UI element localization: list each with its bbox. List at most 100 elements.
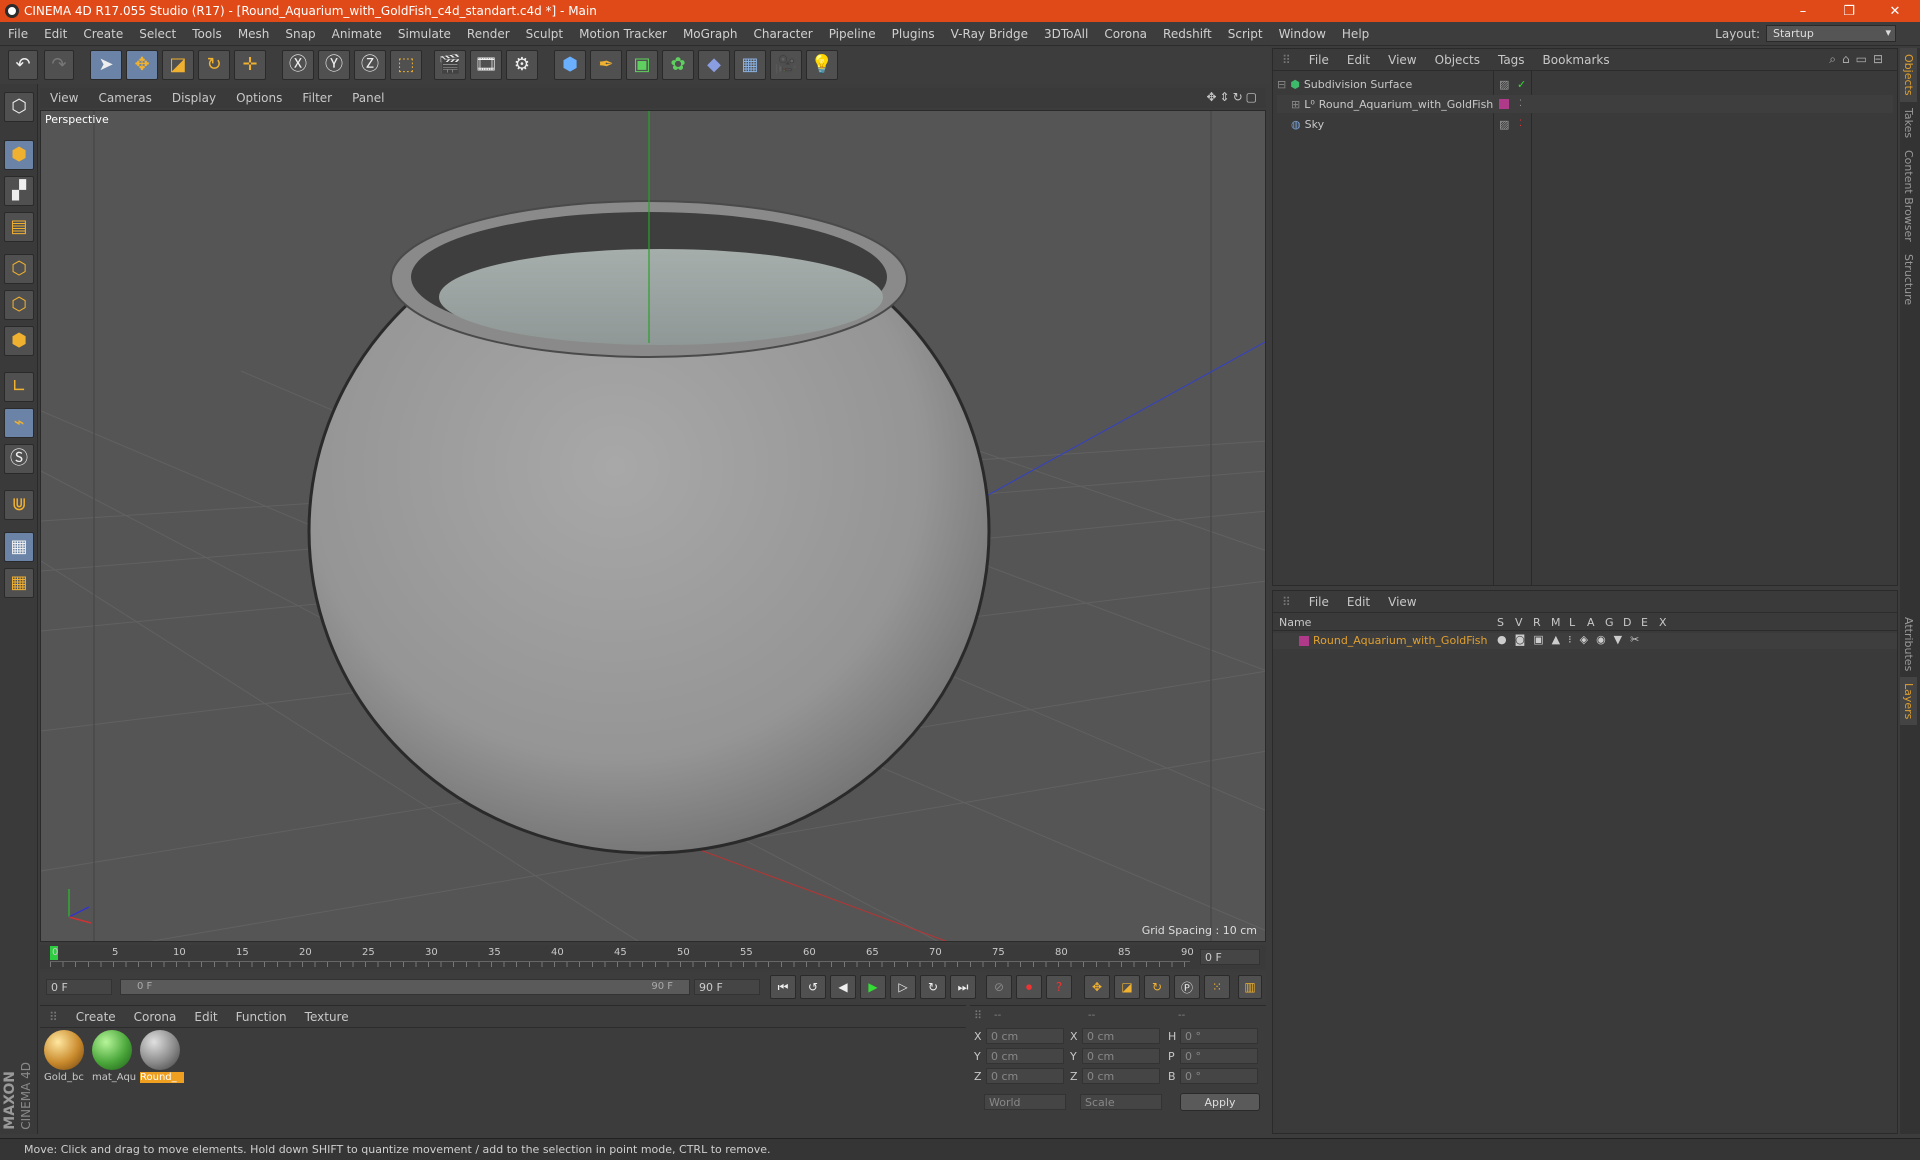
material-swatch[interactable]: mat_Aqu <box>92 1030 136 1090</box>
visibility-dots-icon[interactable]: ⁚ <box>1519 99 1522 109</box>
pen-button[interactable]: ✒ <box>590 50 622 80</box>
tab-takes[interactable]: Takes <box>1900 102 1917 144</box>
layer-color-swatch[interactable] <box>1299 636 1309 646</box>
obj-menu-objects[interactable]: Objects <box>1426 53 1489 67</box>
rotation-p-field[interactable]: 0 ° <box>1180 1048 1258 1064</box>
size-mode-dropdown[interactable]: Scale <box>1080 1094 1162 1110</box>
menu-simulate[interactable]: Simulate <box>390 27 459 41</box>
obj-menu-tags[interactable]: Tags <box>1489 53 1534 67</box>
workplane-align-button[interactable]: ▦ <box>4 568 34 598</box>
vp-menu-panel[interactable]: Panel <box>342 91 394 105</box>
cloner-button[interactable]: ✿ <box>662 50 694 80</box>
menu-character[interactable]: Character <box>745 27 820 41</box>
search-icon[interactable]: ⌕⌂▭⊟ <box>1829 52 1889 67</box>
menu-plugins[interactable]: Plugins <box>884 27 943 41</box>
tweak-mode-button[interactable]: ⌁ <box>4 408 34 438</box>
position-x-field[interactable]: 0 cm <box>986 1028 1064 1044</box>
enabled-check-icon[interactable]: ✓ <box>1517 78 1526 91</box>
make-editable-button[interactable]: ⬡ <box>4 92 34 122</box>
menu-pipeline[interactable]: Pipeline <box>821 27 884 41</box>
light-button[interactable]: 💡 <box>806 50 838 80</box>
maximize-button[interactable]: ❐ <box>1826 0 1872 22</box>
tab-layers[interactable]: Layers <box>1900 677 1917 726</box>
viewport-nav-icons[interactable]: ✥⇕↻▢ <box>1206 90 1260 104</box>
obj-menu-file[interactable]: File <box>1300 53 1338 67</box>
tab-structure[interactable]: Structure <box>1900 248 1917 311</box>
next-key-button[interactable]: ↻ <box>920 975 946 999</box>
render-picture-viewer-button[interactable]: 🎞 <box>470 50 502 80</box>
key-pla-button[interactable]: ⁙ <box>1204 975 1230 999</box>
workplane-mode-button[interactable]: ▤ <box>4 212 34 242</box>
menu-mograph[interactable]: MoGraph <box>675 27 746 41</box>
tab-objects[interactable]: Objects <box>1900 48 1917 102</box>
menu-render[interactable]: Render <box>459 27 518 41</box>
rotate-tool-button[interactable]: ↻ <box>198 50 230 80</box>
end-frame-field[interactable]: 90 F <box>694 979 760 995</box>
vp-menu-cameras[interactable]: Cameras <box>88 91 161 105</box>
select-tool-button[interactable]: ➤ <box>90 50 122 80</box>
menu-animate[interactable]: Animate <box>324 27 390 41</box>
subdivision-button[interactable]: ▣ <box>626 50 658 80</box>
material-swatch[interactable]: Gold_bc <box>44 1030 88 1090</box>
rotation-b-field[interactable]: 0 ° <box>1180 1068 1258 1084</box>
play-button[interactable]: ▶ <box>860 975 886 999</box>
object-row[interactable]: ⊞ L⁰ Round_Aquarium_with_GoldFish ⁚ <box>1277 95 1893 113</box>
snap-button[interactable]: ⋓ <box>4 490 34 520</box>
material-swatch-selected[interactable]: Round_ <box>140 1030 184 1090</box>
vp-menu-view[interactable]: View <box>40 91 88 105</box>
layer-row[interactable]: Round_Aquarium_with_GoldFish ●◙▣▲⁝◈◉▼✂ <box>1273 633 1897 649</box>
prev-frame-button[interactable]: ◀ <box>830 975 856 999</box>
menu-3dtoall[interactable]: 3DToAll <box>1036 27 1096 41</box>
y-axis-button[interactable]: Ⓨ <box>318 50 350 80</box>
goto-end-button[interactable]: ⏭ <box>950 975 976 999</box>
menu-window[interactable]: Window <box>1271 27 1334 41</box>
floor-button[interactable]: ▦ <box>734 50 766 80</box>
obj-menu-edit[interactable]: Edit <box>1338 53 1379 67</box>
vp-menu-display[interactable]: Display <box>162 91 226 105</box>
key-rotation-button[interactable]: ↻ <box>1144 975 1170 999</box>
polygons-mode-button[interactable]: ⬢ <box>4 326 34 356</box>
edges-mode-button[interactable]: ⬡ <box>4 290 34 320</box>
menu-redshift[interactable]: Redshift <box>1155 27 1220 41</box>
range-slider[interactable]: 0 F 90 F <box>120 979 690 995</box>
menu-motion-tracker[interactable]: Motion Tracker <box>571 27 675 41</box>
menu-sculpt[interactable]: Sculpt <box>518 27 571 41</box>
size-x-field[interactable]: 0 cm <box>1082 1028 1160 1044</box>
timeline-window-button[interactable]: ▥ <box>1238 975 1262 999</box>
viewport-perspective[interactable]: Perspective Grid Spacing : 10 cm <box>40 110 1266 942</box>
size-y-field[interactable]: 0 cm <box>1082 1048 1160 1064</box>
timeline[interactable]: 0 5 10 15 20 25 30 35 40 45 50 55 60 65 … <box>40 945 1266 969</box>
scale-tool-button[interactable]: ◪ <box>162 50 194 80</box>
menu-corona[interactable]: Corona <box>1096 27 1155 41</box>
layer-flag-icons[interactable]: ●◙▣▲⁝◈◉▼✂ <box>1497 633 1647 646</box>
tab-attributes[interactable]: Attributes <box>1900 611 1917 677</box>
size-z-field[interactable]: 0 cm <box>1082 1068 1160 1084</box>
vp-menu-filter[interactable]: Filter <box>292 91 342 105</box>
menu-vray-bridge[interactable]: V-Ray Bridge <box>943 27 1036 41</box>
menu-tools[interactable]: Tools <box>184 27 230 41</box>
workplane-lock-button[interactable]: ▦ <box>4 532 34 562</box>
current-frame-field[interactable]: 0 F <box>1200 949 1260 965</box>
vp-menu-options[interactable]: Options <box>226 91 292 105</box>
rotation-h-field[interactable]: 0 ° <box>1180 1028 1258 1044</box>
render-settings-button[interactable]: ⚙ <box>506 50 538 80</box>
next-frame-button[interactable]: ▷ <box>890 975 916 999</box>
position-y-field[interactable]: 0 cm <box>986 1048 1064 1064</box>
keyframe-selection-button[interactable]: ? <box>1046 975 1072 999</box>
points-mode-button[interactable]: ⬡ <box>4 254 34 284</box>
model-mode-button[interactable]: ⬢ <box>4 140 34 170</box>
mat-menu-edit[interactable]: Edit <box>185 1010 226 1024</box>
key-param-button[interactable]: Ⓟ <box>1174 975 1200 999</box>
object-row[interactable]: ⊟ ⬢ Subdivision Surface ▨ ✓ <box>1277 75 1893 93</box>
prev-key-button[interactable]: ↺ <box>800 975 826 999</box>
menu-snap[interactable]: Snap <box>277 27 323 41</box>
layer-color-swatch[interactable] <box>1499 99 1509 109</box>
deformer-button[interactable]: ◆ <box>698 50 730 80</box>
start-frame-field[interactable]: 0 F <box>46 979 112 995</box>
autokey-button[interactable]: ⏺ <box>1016 975 1042 999</box>
undo-button[interactable]: ↶ <box>8 50 38 80</box>
layer-menu-edit[interactable]: Edit <box>1338 595 1379 609</box>
apply-button[interactable]: Apply <box>1180 1093 1260 1111</box>
coordinate-system-button[interactable]: ⬚ <box>390 50 422 80</box>
move-tool-button[interactable]: ✥ <box>126 50 158 80</box>
